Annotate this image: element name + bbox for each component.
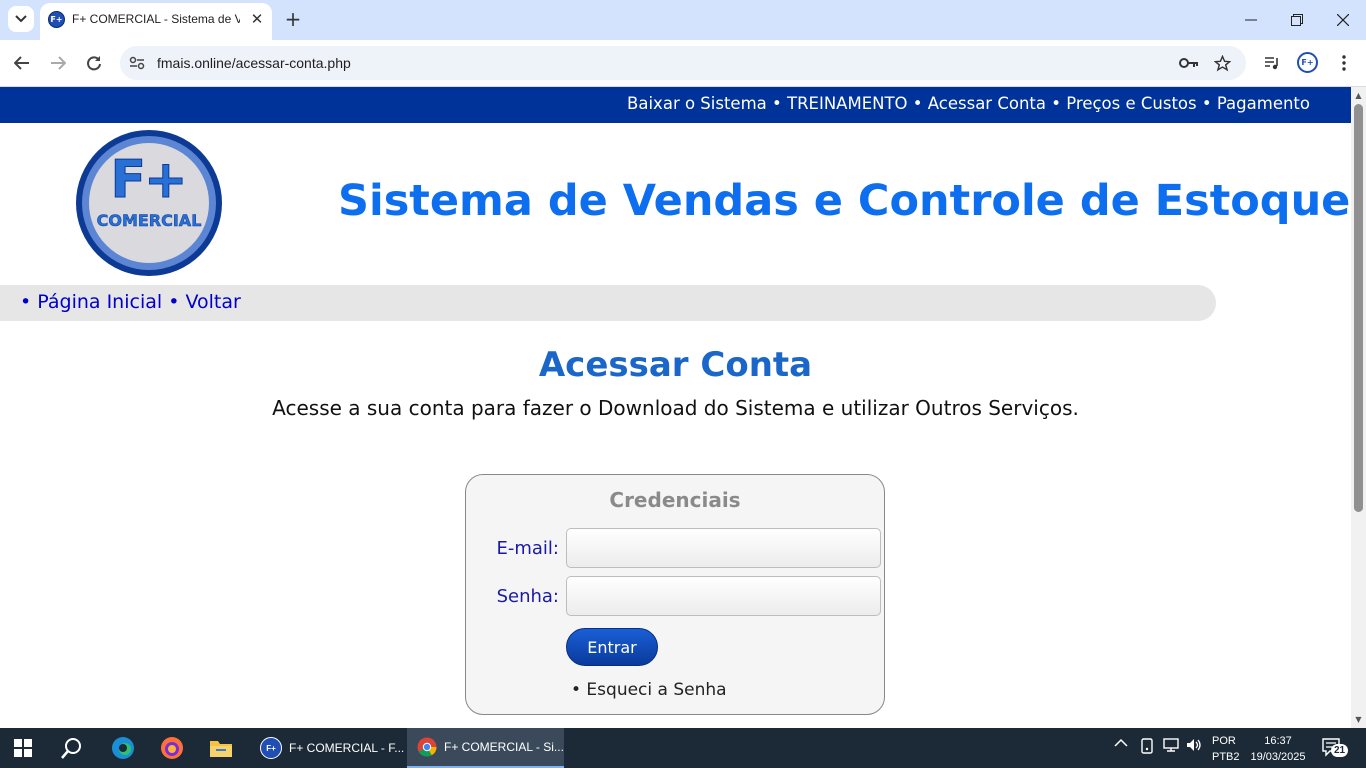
logo-mark: F+ — [110, 150, 188, 211]
link-home[interactable]: Página Inicial — [37, 291, 162, 313]
tune-icon — [129, 56, 145, 70]
page-title: Acessar Conta — [538, 345, 813, 385]
clock[interactable]: 16:37 19/03/2025 — [1248, 733, 1308, 765]
password-key-icon[interactable] — [1179, 53, 1199, 73]
file-explorer-button[interactable] — [201, 728, 241, 768]
restore-icon — [1291, 14, 1303, 26]
site-info-icon[interactable] — [128, 54, 146, 72]
edge-icon — [112, 737, 134, 759]
windows-start-icon[interactable] — [14, 739, 32, 757]
volume-icon[interactable] — [1186, 738, 1202, 752]
clock-date: 19/03/2025 — [1250, 751, 1306, 763]
back-arrow-icon — [14, 56, 29, 70]
firefox-app-button[interactable] — [152, 728, 192, 768]
clock-time: 16:37 — [1264, 735, 1292, 747]
bullet: • — [20, 291, 32, 313]
profile-avatar[interactable]: F+ — [1297, 52, 1318, 73]
nav-link-prices[interactable]: Preços e Custos — [1066, 94, 1196, 113]
url-text[interactable]: fmais.online/acessar-conta.php — [157, 55, 351, 71]
close-tab-icon[interactable]: ✕ — [248, 10, 266, 28]
network-icon[interactable] — [1162, 738, 1180, 752]
search-icon — [61, 738, 81, 759]
breadcrumb: • Página Inicial • Voltar — [20, 291, 241, 313]
bookmark-star-icon[interactable] — [1212, 53, 1232, 73]
new-tab-button[interactable]: + — [282, 7, 304, 31]
nav-link-account[interactable]: Acessar Conta — [928, 94, 1046, 113]
close-icon — [1337, 14, 1349, 26]
input-language[interactable]: POR PTB2 — [1212, 733, 1240, 765]
email-label: E-mail: — [496, 538, 560, 559]
favicon-icon: F+ — [48, 11, 65, 28]
scrollbar-thumb[interactable] — [1354, 104, 1363, 512]
notification-badge: 21 — [1331, 744, 1349, 757]
close-window-button[interactable] — [1320, 6, 1366, 34]
tab-search-button[interactable] — [8, 6, 34, 32]
tab-title: F+ COMERCIAL - Sistema de Vendas — [72, 12, 240, 26]
ethernet-icon — [1163, 738, 1179, 752]
link-back[interactable]: Voltar — [185, 291, 240, 313]
playlist-icon — [1265, 57, 1278, 70]
login-button[interactable]: Entrar — [566, 628, 658, 666]
star-icon — [1213, 54, 1231, 71]
reload-icon — [87, 56, 101, 71]
search-button[interactable] — [52, 728, 92, 768]
nav-link-download[interactable]: Baixar o Sistema — [627, 94, 767, 113]
taskbar-app-fplus[interactable]: F+ F+ COMERCIAL - F... — [250, 728, 407, 768]
key-icon — [1179, 58, 1198, 68]
logo-wordmark: COMERCIAL — [96, 211, 202, 231]
browser-menu-button[interactable] — [1333, 52, 1355, 74]
tablet-icon — [1141, 738, 1153, 754]
nav-link-payment[interactable]: Pagamento — [1217, 94, 1310, 113]
email-field[interactable] — [566, 528, 881, 568]
show-hidden-icons[interactable] — [1114, 738, 1128, 748]
back-button[interactable] — [9, 51, 35, 75]
top-nav-links: Baixar o Sistema • TREINAMENTO • Acessar… — [627, 94, 1310, 113]
language-code: POR — [1212, 735, 1236, 747]
chevron-up-icon — [1114, 738, 1128, 747]
more-vertical-icon — [1342, 55, 1346, 71]
password-label: Senha: — [496, 586, 559, 607]
scroll-down-icon[interactable]: ▼ — [1351, 712, 1366, 726]
nav-separator: • — [1051, 94, 1061, 113]
minimize-icon — [1245, 19, 1257, 21]
forward-button[interactable] — [45, 51, 71, 75]
site-headline: Sistema de Vendas e Controle de Estoque — [338, 176, 1351, 226]
chevron-down-icon — [15, 15, 27, 23]
speaker-icon — [1187, 739, 1201, 751]
restore-button[interactable] — [1274, 6, 1320, 34]
device-icon[interactable] — [1140, 738, 1154, 754]
forgot-password-link[interactable]: • Esqueci a Senha — [571, 680, 727, 700]
nav-link-training[interactable]: TREINAMENTO — [787, 94, 908, 113]
fplus-icon: F+ — [260, 737, 282, 759]
keyboard-layout: PTB2 — [1212, 751, 1240, 763]
taskbar-app-label: F+ COMERCIAL - F... — [289, 741, 405, 755]
reload-button[interactable] — [81, 51, 107, 75]
forward-arrow-icon — [51, 56, 66, 70]
nav-separator: • — [912, 94, 923, 113]
page-subtitle: Acesse a sua conta para fazer o Download… — [272, 396, 1079, 420]
taskbar-app-label: F+ COMERCIAL - Si... — [444, 740, 564, 754]
nav-separator: • — [772, 94, 782, 113]
edge-app-button[interactable] — [103, 728, 143, 768]
taskbar-app-chrome[interactable]: F+ COMERCIAL - Si... — [407, 728, 564, 768]
firefox-icon — [161, 737, 183, 759]
folder-icon — [210, 741, 232, 757]
media-control-button[interactable] — [1261, 52, 1283, 74]
password-field[interactable] — [566, 576, 881, 616]
nav-separator: • — [1201, 94, 1212, 113]
notification-center[interactable]: 21 — [1322, 737, 1349, 757]
panel-title: Credenciais — [609, 488, 741, 512]
chrome-icon — [417, 737, 437, 757]
bullet: • — [168, 291, 180, 313]
scroll-up-icon[interactable]: ▲ — [1351, 88, 1366, 102]
minimize-button[interactable] — [1228, 6, 1274, 34]
